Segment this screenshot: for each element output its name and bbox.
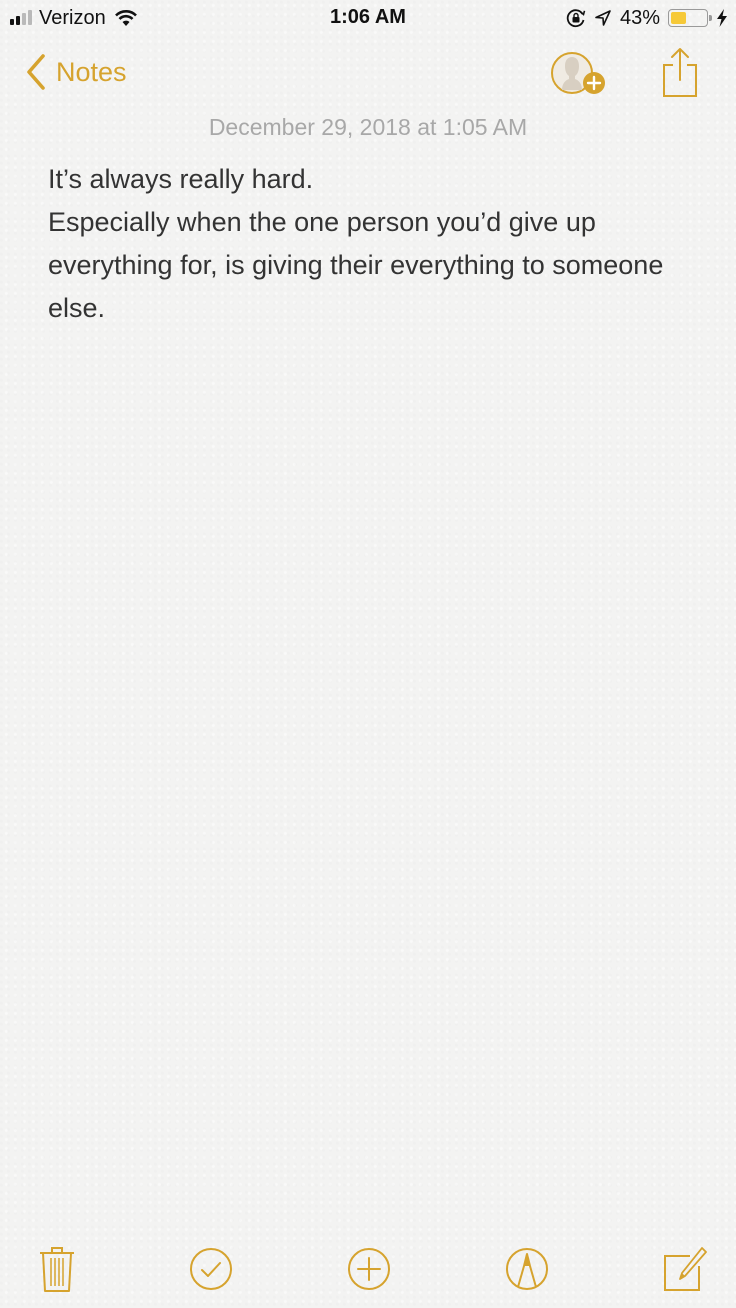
note-line: Especially when the one person you’d giv… [48, 207, 664, 323]
charging-icon [717, 9, 727, 27]
battery-icon [668, 9, 712, 27]
battery-level-fill [671, 12, 686, 24]
status-right: 43% [566, 6, 728, 30]
chevron-left-icon [27, 54, 45, 90]
status-bar: Verizon 1:06 AM 43% [0, 0, 736, 38]
location-icon [595, 10, 611, 26]
battery-percentage: 43% [619, 6, 660, 29]
checklist-button[interactable] [187, 1244, 235, 1294]
checkmark-circle-icon [190, 1248, 232, 1290]
share-icon [663, 48, 697, 97]
orientation-lock-icon [566, 9, 586, 28]
add-people-icon [551, 52, 605, 94]
plus-circle-icon [348, 1248, 390, 1290]
back-button[interactable]: Notes [26, 54, 127, 90]
markup-button[interactable] [503, 1244, 551, 1294]
bottom-toolbar [0, 1230, 736, 1308]
trash-icon [40, 1247, 74, 1292]
back-label: Notes [56, 56, 127, 87]
markup-pen-icon [506, 1248, 548, 1290]
note-body[interactable]: It’s always really hard. Especially when… [48, 158, 708, 330]
compose-icon [664, 1247, 707, 1291]
compose-button[interactable] [660, 1244, 708, 1294]
add-people-button[interactable] [548, 50, 610, 100]
note-line: It’s always really hard. [48, 164, 314, 194]
delete-button[interactable] [33, 1244, 81, 1294]
add-button[interactable] [345, 1244, 393, 1294]
note-date: December 29, 2018 at 1:05 AM [208, 114, 528, 140]
share-button[interactable] [660, 46, 700, 98]
navigation-bar: Notes [0, 40, 736, 110]
